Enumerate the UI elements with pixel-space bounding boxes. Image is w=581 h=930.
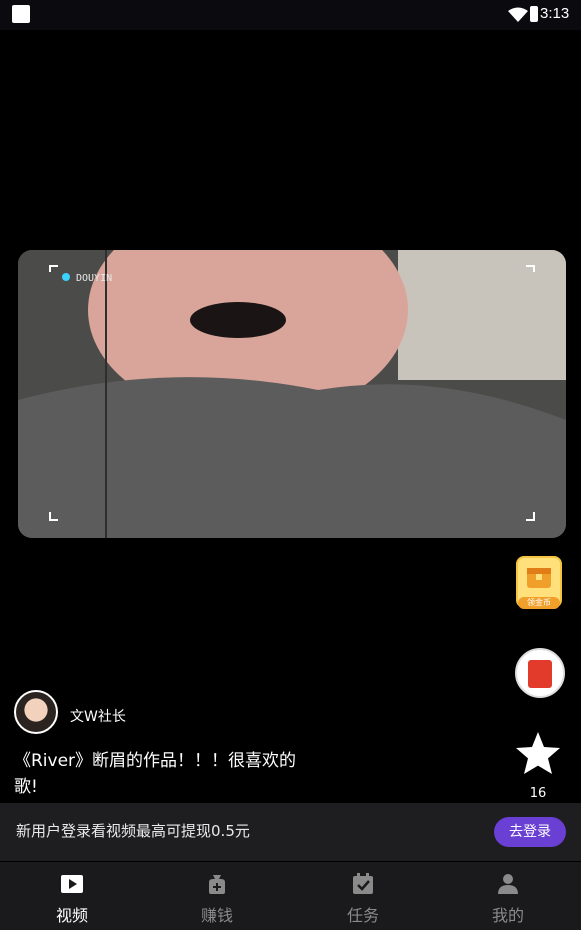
video-content-image: DOUYIN xyxy=(18,250,566,538)
video-player[interactable]: DOUYIN xyxy=(18,250,566,538)
status-bar: 3:13 xyxy=(0,0,581,30)
nav-item-tasks[interactable]: 任务 xyxy=(313,864,413,928)
battery-icon xyxy=(530,6,538,22)
like-count: 16 xyxy=(529,786,547,801)
red-packet-icon xyxy=(528,660,552,688)
login-button[interactable]: 去登录 xyxy=(494,817,566,847)
wifi-icon xyxy=(508,7,528,22)
status-time: 3:13 xyxy=(540,5,570,22)
money-bag-icon xyxy=(209,875,225,894)
login-banner-text: 新用户登录看视频最高可提现0.5元 xyxy=(16,822,250,840)
nav-item-video[interactable]: 视频 xyxy=(22,864,122,928)
author-avatar[interactable] xyxy=(14,690,58,734)
play-icon xyxy=(61,875,83,893)
nav-item-me[interactable]: 我的 xyxy=(458,864,558,928)
video-description: 《River》断眉的作品！！！很喜欢的歌! xyxy=(14,751,297,797)
treasure-chest-icon xyxy=(527,568,551,588)
nav-item-earn[interactable]: 赚钱 xyxy=(167,864,267,928)
svg-text:DOUYIN: DOUYIN xyxy=(76,273,112,284)
nav-label-tasks: 任务 xyxy=(346,906,379,925)
star-icon[interactable] xyxy=(514,730,562,776)
calendar-check-icon xyxy=(353,873,373,894)
nav-label-video: 视频 xyxy=(55,906,88,925)
author-name[interactable]: 文W社长 xyxy=(70,706,126,726)
notification-icon xyxy=(12,5,30,23)
nav-label-earn: 赚钱 xyxy=(200,906,233,925)
nav-label-me: 我的 xyxy=(491,906,524,925)
coin-reward-label: 领金币 xyxy=(518,597,560,609)
user-icon xyxy=(498,874,518,894)
